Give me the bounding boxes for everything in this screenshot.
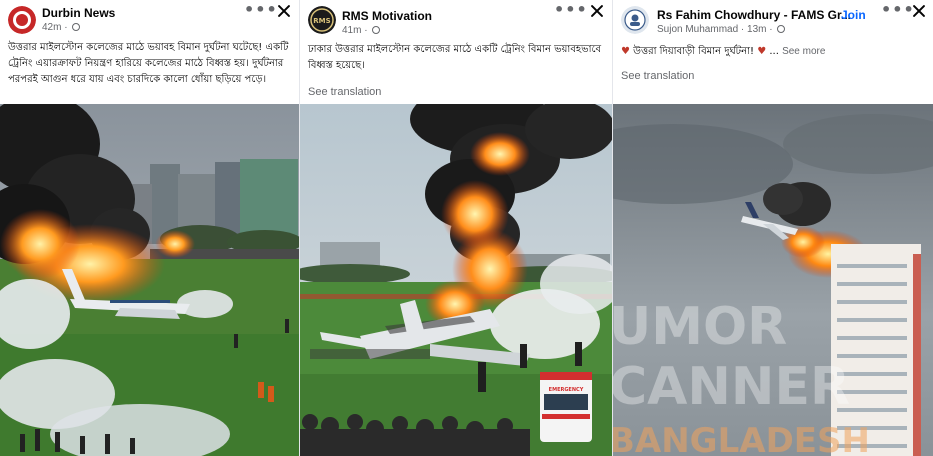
author-name[interactable]: Durbin News: [42, 6, 115, 20]
post-sub-meta[interactable]: Sujon Muhammad · 13m ·: [657, 24, 786, 35]
close-icon[interactable]: [276, 3, 292, 19]
more-options-icon[interactable]: •••: [244, 2, 278, 18]
watermark-line-2: CANNER: [613, 357, 850, 417]
post-caption: উত্তরা দিয়াবাড়ী বিমান দুর্ঘটনা!: [633, 46, 755, 57]
post-caption-line: ♥ উত্তরা দিয়াবাড়ী বিমান দুর্ঘটনা! ♥ ..…: [621, 46, 826, 57]
post-image-crash-field[interactable]: [0, 104, 300, 456]
ambulance-label: EMERGENCY: [549, 387, 584, 393]
close-icon[interactable]: [911, 3, 927, 19]
watermark-line-1: UMOR: [613, 297, 787, 357]
sub-author-name: Sujon Muhammad: [657, 24, 739, 35]
post-time-text: 42m: [42, 22, 62, 33]
post-card-fams-group: Rs Fahim Chowdhury - FAMS Gr... Join •••…: [613, 0, 933, 456]
post-card-durbin-news: Durbin News 42m · ••• উত্তরার মাইলস্টোন …: [0, 0, 300, 456]
see-translation-link[interactable]: See translation: [308, 86, 381, 98]
post-time-text: 13m: [747, 24, 767, 35]
globe-icon: [372, 26, 381, 34]
globe-icon: [72, 23, 81, 31]
post-image-plane-tower[interactable]: UMOR CANNER BANGLADESH: [613, 104, 933, 456]
post-caption: উত্তরার মাইলস্টোন কলেজের মাঠে ভয়াবহ বিম…: [8, 42, 289, 85]
post-time[interactable]: 42m ·: [42, 22, 81, 33]
author-name[interactable]: RMS Motivation: [342, 9, 432, 23]
see-more-link[interactable]: See more: [782, 46, 825, 57]
post-header: RMS RMS Motivation 41m · •••: [300, 0, 613, 40]
more-options-icon[interactable]: •••: [554, 2, 588, 18]
author-name[interactable]: Rs Fahim Chowdhury - FAMS Gr...: [657, 8, 851, 22]
post-card-rms-motivation: RMS RMS Motivation 41m · ••• ঢাকার উত্তর…: [300, 0, 613, 456]
post-time-text: 41m: [342, 25, 362, 36]
globe-icon: [777, 25, 786, 33]
post-image-crash-wreckage[interactable]: EMERGENCY: [300, 104, 613, 456]
post-header: Durbin News 42m · •••: [0, 0, 300, 40]
avatar-monogram: RMS: [313, 17, 330, 25]
group-avatar[interactable]: [621, 6, 649, 34]
post-time[interactable]: 41m ·: [342, 25, 381, 36]
author-avatar[interactable]: RMS: [308, 6, 336, 34]
join-group-button[interactable]: Join: [841, 8, 866, 22]
close-icon[interactable]: [589, 3, 605, 19]
post-caption: ঢাকার উত্তরার মাইলস্টোন কলেজের মাঠে একটি…: [308, 44, 602, 71]
watermark-line-3: BANGLADESH: [613, 421, 870, 456]
broken-heart-icon: ♥: [757, 46, 767, 57]
author-avatar[interactable]: [8, 6, 36, 34]
more-options-icon[interactable]: •••: [881, 2, 915, 18]
see-translation-link[interactable]: See translation: [621, 70, 694, 82]
red-heart-icon: ♥: [621, 46, 630, 57]
post-header: Rs Fahim Chowdhury - FAMS Gr... Join •••…: [613, 0, 933, 40]
